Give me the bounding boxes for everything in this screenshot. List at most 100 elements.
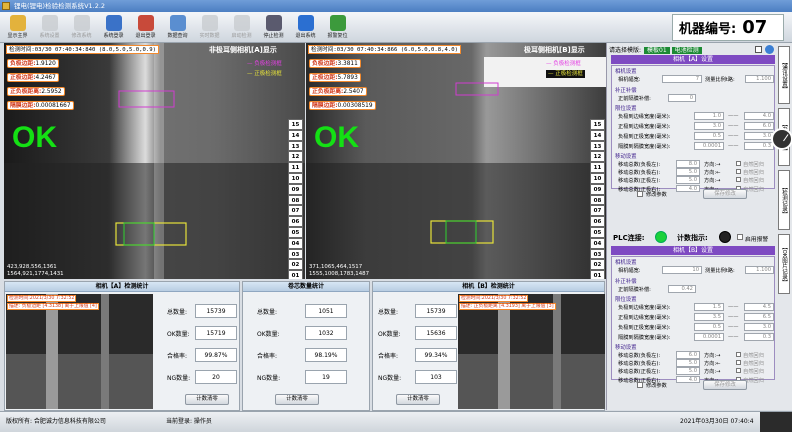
- camA-spec-max-input[interactable]: 0.3: [744, 142, 774, 150]
- side-tab-ok-images[interactable]: 【OK图片记录】: [778, 234, 790, 294]
- camA-spec-min-input[interactable]: 1.0: [694, 112, 724, 120]
- statsB-row-label: 总数量:: [378, 309, 399, 316]
- statsB-thumb-time: 检测时间:2021/3/30 7:32:52: [459, 295, 529, 302]
- toolbar-button-4[interactable]: 退出登录: [131, 13, 160, 42]
- camB-move-label: 移动总数(负极左):: [618, 353, 661, 359]
- camB-move-check[interactable]: [736, 368, 741, 374]
- camA-modify-checkbox[interactable]: [637, 191, 643, 197]
- camA-move-input[interactable]: 5.0: [676, 168, 700, 176]
- camera-b-coords: 371,1065,464,1517 1555,1008,1783,1487: [309, 264, 370, 277]
- panel-settings-icon[interactable]: [765, 45, 774, 54]
- camB-move-dir: 方向:→: [704, 353, 721, 359]
- statsB-thumbnail-image: [458, 294, 605, 409]
- camB-move-check[interactable]: [736, 352, 741, 357]
- toolbar-icon-6: [201, 15, 218, 31]
- toolbar-button-0[interactable]: 显示主界: [3, 13, 32, 42]
- camB-modify-checkbox[interactable]: [637, 382, 643, 388]
- layer-number: 09: [288, 183, 303, 195]
- toolbar-button-7[interactable]: 启动检测: [227, 13, 256, 42]
- camB-spec-max-input[interactable]: 4.5: [744, 303, 774, 311]
- count-label: 计数指示:: [677, 234, 708, 242]
- camA-spec-max-input[interactable]: 6.0: [744, 122, 774, 130]
- toolbar-button-8[interactable]: 停止检测: [259, 13, 288, 42]
- layer-number: 06: [288, 216, 303, 227]
- statsMid-header: 卷芯数量统计: [243, 282, 369, 292]
- camB-spec-min-input[interactable]: 1.5: [694, 303, 724, 311]
- camB-spec-max-input[interactable]: 0.3: [744, 333, 774, 341]
- layer-number: 03: [590, 248, 605, 260]
- clock-icon: [771, 128, 792, 150]
- statsMid-clear-button[interactable]: 计数清零: [275, 394, 319, 405]
- camA-spec-min-input[interactable]: 3.0: [694, 122, 724, 130]
- detect-mode-select[interactable]: 电池检测: [671, 47, 702, 54]
- camA-spec-max-input[interactable]: 4.0: [744, 112, 774, 120]
- toolbar-button-6[interactable]: 实时数据: [195, 13, 224, 42]
- camA-spec-min-input[interactable]: 0.0001: [694, 142, 724, 150]
- camB-spec-label: 隔膜到隔膜宽度(毫米):: [618, 335, 671, 341]
- toolbar-button-9[interactable]: 退出系统: [291, 13, 320, 42]
- camera-a-measure-separator: 隔膜边距:0.00081667: [7, 101, 74, 110]
- camera-a-view: 检测时间:03/30 07:40:34:840 (8.0,5.0,5.0,0.9…: [4, 43, 305, 279]
- toolbar-button-10[interactable]: 报警复位: [323, 13, 352, 42]
- camA-spec-dash: ——: [728, 123, 739, 129]
- camA-move-check[interactable]: [736, 177, 741, 183]
- model-select[interactable]: 模板01: [644, 47, 670, 54]
- camB-move-input[interactable]: 6.0: [676, 351, 700, 359]
- camA-spec-max-input[interactable]: 3.0: [744, 132, 774, 140]
- panel-minimize-button[interactable]: [755, 46, 762, 53]
- camA-move-input[interactable]: 8.0: [676, 160, 700, 168]
- camA-move-input[interactable]: 5.0: [676, 176, 700, 184]
- toolbar-button-5[interactable]: 数据查询: [163, 13, 192, 42]
- camB-spec-min-input[interactable]: 0.5: [694, 323, 724, 331]
- toolbar-icon-10: [329, 15, 346, 31]
- camB-frame-input[interactable]: 10: [662, 266, 702, 274]
- camB-move-input[interactable]: 4.0: [676, 375, 700, 384]
- statsB-row-value: 15739: [415, 304, 457, 318]
- camB-move-check[interactable]: [736, 360, 741, 366]
- toolbar-button-2[interactable]: 修改系统: [67, 13, 96, 42]
- side-tab-records[interactable]: 【检测记录】: [778, 170, 790, 230]
- camB-spec-max-input[interactable]: 3.0: [744, 323, 774, 331]
- statsB-row-label: 合格率:: [378, 353, 399, 360]
- statsB-ng-thumbnail[interactable]: 检测时间:2021/3/30 7:32:52 描述: 正负极距离 [4.3193]…: [458, 294, 605, 409]
- camB-move-input[interactable]: 5.0: [676, 359, 700, 367]
- camA-comp-input[interactable]: 0: [668, 94, 696, 102]
- layer-number: 15: [590, 119, 605, 130]
- statsB-thumb-desc: 描述: 正负极距离 [4.3193] 离于上限值 [3]: [459, 303, 556, 310]
- camA-move-check[interactable]: [736, 161, 741, 166]
- toolbar-button-3[interactable]: 系统登录: [99, 13, 128, 42]
- toolbar-icon-2: [73, 15, 90, 31]
- camB-test-label: 测量比例t路:: [705, 268, 735, 274]
- toolbar-icon-1: [41, 15, 58, 31]
- statsA-clear-button[interactable]: 计数清零: [185, 394, 229, 405]
- camB-param-title: 相机设置: [615, 260, 637, 266]
- camA-move-opt: 自然回归: [743, 170, 764, 177]
- status-corner-icon: [760, 412, 792, 432]
- camB-comp-input[interactable]: 0.42: [668, 285, 696, 293]
- camB-spec-min-input[interactable]: 0.0001: [694, 333, 724, 341]
- camA-spec-min-input[interactable]: 0.5: [694, 132, 724, 140]
- alarm-checkbox[interactable]: [737, 234, 743, 240]
- statsA-ng-thumbnail[interactable]: 检测时间:2021/3/30 7:32:52 描述: 负极边距 [4.3138] …: [6, 294, 153, 409]
- statsB-clear-button[interactable]: 计数清零: [396, 394, 440, 405]
- toolbar-label: 退出系统: [295, 33, 316, 39]
- camB-save-button[interactable]: 保存修改: [703, 380, 747, 390]
- camA-save-button[interactable]: 保存修改: [703, 189, 747, 199]
- camera-b-legend-positive: — 正极检测框: [546, 70, 585, 78]
- count-indicator-led: [719, 231, 731, 243]
- camA-test-input[interactable]: 1.100: [745, 75, 774, 83]
- camA-frame-input[interactable]: 7: [662, 75, 702, 83]
- camA-move-dir: 方向:→: [704, 178, 721, 185]
- statsB-row-label: OK数量:: [378, 331, 401, 338]
- camA-move-check[interactable]: [736, 169, 741, 175]
- side-tab-comm[interactable]: 【通讯设置】: [778, 46, 790, 104]
- camB-spec-max-input[interactable]: 6.5: [744, 313, 774, 321]
- camB-spec-min-input[interactable]: 3.5: [694, 313, 724, 321]
- camB-move-opt: 自然回归: [743, 361, 764, 368]
- camB-test-input[interactable]: 1.100: [745, 266, 774, 274]
- camA-move-input[interactable]: 4.0: [676, 184, 700, 193]
- camB-move-input[interactable]: 5.0: [676, 367, 700, 375]
- layer-number: 01: [288, 270, 303, 279]
- layer-number: 14: [590, 129, 605, 141]
- toolbar-button-1[interactable]: 系统设置: [35, 13, 64, 42]
